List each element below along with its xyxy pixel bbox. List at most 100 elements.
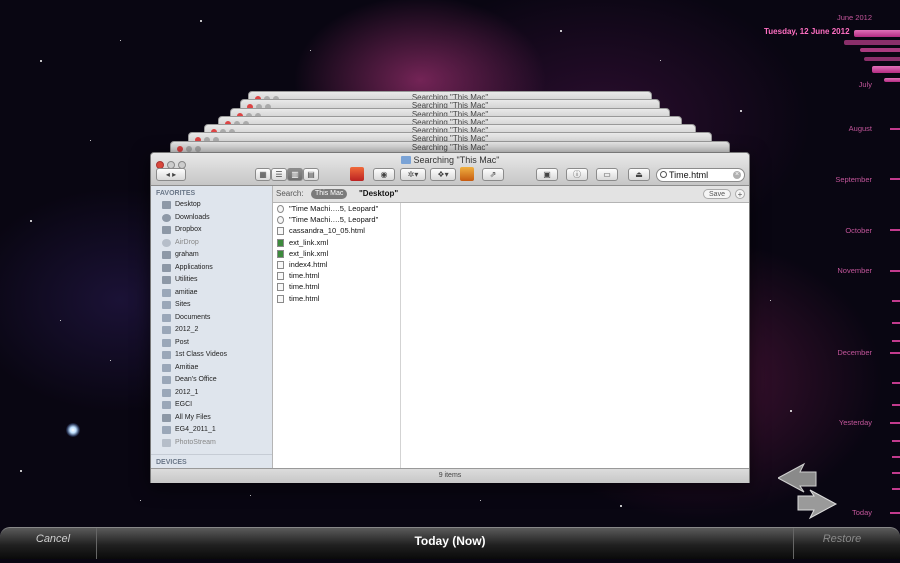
view-columns-button[interactable]: ▥ (287, 168, 303, 181)
sidebar-item-documents[interactable]: Documents (151, 312, 272, 325)
scope-this-mac[interactable]: This Mac (311, 189, 348, 199)
sidebar-item-amitiae[interactable]: amitiae (151, 287, 272, 300)
list-item[interactable]: ext_link.xml (273, 237, 400, 248)
timeline-tick[interactable] (892, 488, 900, 490)
airdrop-icon (162, 238, 171, 247)
timeline-bar[interactable] (872, 66, 900, 73)
view-list-button[interactable]: ☰ (271, 168, 287, 181)
sidebar-item-photostream[interactable]: PhotoStream (151, 437, 272, 450)
sidebar-item-eg4-2011-1[interactable]: EG4_2011_1 (151, 424, 272, 437)
new-folder-button[interactable]: ▭ (596, 168, 618, 181)
timeline-label-october[interactable]: October (845, 226, 872, 235)
sidebar-item-all-my-files[interactable]: All My Files (151, 412, 272, 425)
forward-in-time-arrow-icon[interactable] (797, 489, 838, 520)
list-item[interactable]: "Time Machi….5, Leopard" (273, 203, 400, 214)
timeline-label-yesterday[interactable]: Yesterday (839, 418, 872, 427)
sidebar-item-1st-class-videos[interactable]: 1st Class Videos (151, 349, 272, 362)
app-shortcut-2-icon[interactable] (460, 167, 474, 181)
list-item[interactable]: time.html (273, 281, 400, 292)
sidebar-item-airdrop[interactable]: AirDrop (151, 237, 272, 250)
sidebar-item-downloads[interactable]: Downloads (151, 212, 272, 225)
back-forward-buttons[interactable]: ◂ ▸ (156, 168, 186, 181)
timeline-label-today[interactable]: Today (852, 508, 872, 517)
timeline-label-july[interactable]: July (859, 80, 872, 89)
list-item[interactable]: cassandra_10_05.html (273, 225, 400, 236)
sidebar-item-deans-office[interactable]: Dean's Office (151, 374, 272, 387)
timeline-tick[interactable] (892, 472, 900, 474)
sidebar-item-2012-2[interactable]: 2012_2 (151, 324, 272, 337)
list-item[interactable]: time.html (273, 270, 400, 281)
timeline-tick[interactable] (892, 300, 900, 302)
sidebar-item-dropbox[interactable]: Dropbox (151, 224, 272, 237)
app-shortcut-icon[interactable] (350, 167, 364, 181)
timeline-tick[interactable] (892, 404, 900, 406)
timeline-tick[interactable] (892, 322, 900, 324)
status-bar: 9 items (151, 468, 749, 483)
timeline-tick[interactable] (892, 456, 900, 458)
search-scope-label: Search: (276, 189, 304, 198)
restore-button[interactable]: Restore (793, 528, 890, 559)
timeline-tick[interactable] (890, 128, 900, 130)
timeline-bar[interactable] (860, 48, 900, 52)
timeline-label-december[interactable]: December (837, 348, 872, 357)
back-in-time-arrow-icon[interactable] (778, 462, 817, 493)
sidebar-item-sites[interactable]: Sites (151, 299, 272, 312)
timeline-tick[interactable] (890, 512, 900, 514)
sidebar-item-amitiae-2[interactable]: Amitiae (151, 362, 272, 375)
save-search-button[interactable]: Save (703, 189, 731, 199)
sidebar-item-utilities[interactable]: Utilities (151, 274, 272, 287)
list-item[interactable]: "Time Machi….5, Leopard" (273, 214, 400, 225)
timeline-tick[interactable] (890, 178, 900, 180)
timeline-tick[interactable] (890, 270, 900, 272)
window-title: Searching "This Mac" (151, 155, 749, 165)
sidebar-item-graham[interactable]: graham (151, 249, 272, 262)
timeline-bar[interactable] (864, 57, 900, 61)
timeline-tick[interactable] (890, 352, 900, 354)
view-coverflow-button[interactable]: ▤ (303, 168, 319, 181)
forward-icon[interactable]: ▸ (172, 170, 176, 179)
timeline-tick[interactable] (890, 229, 900, 231)
share-button[interactable]: ⇗ (482, 168, 504, 181)
dropbox-icon: ❖▾ (437, 170, 449, 179)
back-icon[interactable]: ◂ (166, 170, 170, 179)
timeline-bar[interactable] (884, 78, 900, 82)
cancel-button[interactable]: Cancel (10, 528, 97, 559)
gear-icon: ✲▾ (407, 170, 419, 179)
list-item[interactable]: index4.html (273, 259, 400, 270)
sidebar-item-post[interactable]: Post (151, 337, 272, 350)
sidebar-item-applications[interactable]: Applications (151, 262, 272, 275)
finder-window: Searching "This Mac" ◂ ▸ ▦ ☰ ▥ ▤ ◉ ✲▾ ❖▾… (150, 152, 750, 483)
timeline-label-august[interactable]: August (849, 124, 872, 133)
action-button[interactable]: ✲▾ (400, 168, 426, 181)
trash-button[interactable]: ▣ (536, 168, 558, 181)
timeline-bar[interactable] (844, 40, 900, 45)
folder-icon (162, 288, 171, 297)
timeline-tick[interactable] (892, 440, 900, 442)
search-input[interactable]: Time.html × (656, 168, 745, 182)
get-info-button[interactable]: ⓘ (566, 168, 588, 181)
clear-search-icon[interactable]: × (733, 171, 741, 179)
sidebar-item-2012-1[interactable]: 2012_1 (151, 387, 272, 400)
folder-icon (400, 156, 411, 164)
eject-button[interactable]: ⏏ (628, 168, 650, 181)
time-navigation-arrows[interactable] (778, 460, 838, 520)
dropbox-button[interactable]: ❖▾ (430, 168, 456, 181)
sidebar-item-egci[interactable]: EGCI (151, 399, 272, 412)
scope-desktop[interactable]: "Desktop" (359, 186, 398, 202)
timeline-label-june[interactable]: June 2012 (837, 13, 872, 22)
timeline-tick[interactable] (890, 422, 900, 424)
timeline-tick[interactable] (892, 340, 900, 342)
sidebar-item-desktop[interactable]: Desktop (151, 199, 272, 212)
timeline-label-november[interactable]: November (837, 266, 872, 275)
timeline-tick[interactable] (892, 382, 900, 384)
timeline-label-september[interactable]: September (835, 175, 872, 184)
timeline-bar-current[interactable] (854, 30, 900, 37)
view-icons-button[interactable]: ▦ (255, 168, 271, 181)
list-item[interactable]: time.html (273, 293, 400, 304)
info-icon: ⓘ (573, 170, 581, 179)
quick-look-button[interactable]: ◉ (373, 168, 395, 181)
timeline[interactable]: June 2012 July August September October … (800, 0, 900, 525)
list-item[interactable]: ext_link.xml (273, 248, 400, 259)
folder-icon (162, 326, 171, 334)
add-criteria-button[interactable]: + (735, 189, 745, 199)
